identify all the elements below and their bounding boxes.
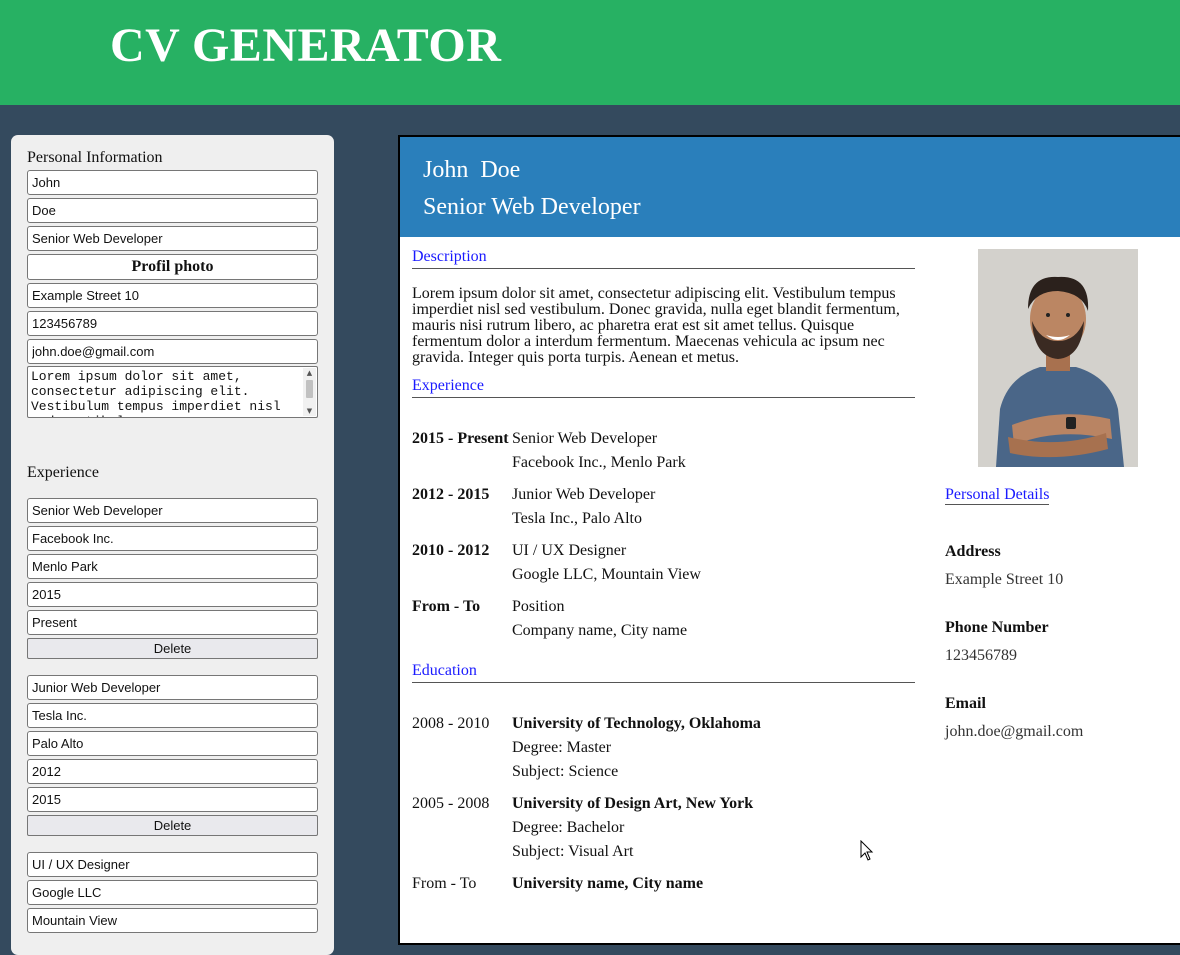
- exp-from-input[interactable]: [27, 759, 318, 784]
- cv-address-value: Example Street 10: [945, 571, 1064, 588]
- cv-personal-details-heading: Personal Details: [945, 486, 1050, 505]
- cv-phone-label: Phone Number: [945, 619, 1049, 636]
- scroll-down-arrow-icon[interactable]: ▼: [303, 406, 316, 416]
- description-scrollbar[interactable]: ▲ ▼: [303, 368, 316, 416]
- cv-exp-company: Company name, City name: [512, 622, 688, 639]
- description-textarea-text: Lorem ipsum dolor sit amet, consectetur …: [31, 369, 281, 417]
- cv-edu-dates: From - To: [412, 875, 477, 892]
- description-textarea[interactable]: Lorem ipsum dolor sit amet, consectetur …: [27, 366, 318, 418]
- exp-position-input[interactable]: [27, 675, 318, 700]
- job-title-input[interactable]: [27, 226, 318, 251]
- scrollbar-thumb[interactable]: [306, 380, 313, 398]
- cv-exp-position: Senior Web Developer: [512, 430, 658, 447]
- email-input[interactable]: [27, 339, 318, 364]
- exp-from-input[interactable]: [27, 582, 318, 607]
- exp-position-input[interactable]: [27, 852, 318, 877]
- cv-profile-photo: [978, 249, 1138, 467]
- app-header: CV GENERATOR: [0, 0, 1180, 105]
- cv-edu-subject: Subject: Science: [512, 763, 619, 780]
- cv-exp-company: Facebook Inc., Menlo Park: [512, 454, 686, 471]
- cv-email-label: Email: [945, 695, 986, 712]
- cv-exp-dates: 2012 - 2015: [412, 486, 490, 503]
- exp-company-input[interactable]: [27, 526, 318, 551]
- cv-description-heading: Description: [412, 248, 915, 269]
- phone-input[interactable]: [27, 311, 318, 336]
- cv-exp-position: Position: [512, 598, 565, 615]
- cv-edu-dates: 2008 - 2010: [412, 715, 490, 732]
- cv-exp-position: UI / UX Designer: [512, 542, 627, 559]
- profile-photo-button[interactable]: Profil photo: [27, 254, 318, 280]
- exp-city-input[interactable]: [27, 731, 318, 756]
- cv-address-label: Address: [945, 543, 1001, 560]
- cv-header: John Doe Senior Web Developer: [400, 137, 1180, 237]
- cv-job-title: Senior Web Developer: [423, 194, 641, 220]
- scroll-up-arrow-icon[interactable]: ▲: [303, 368, 316, 378]
- address-input[interactable]: [27, 283, 318, 308]
- cv-edu-subject: Subject: Visual Art: [512, 843, 634, 860]
- exp-city-input[interactable]: [27, 554, 318, 579]
- exp-delete-button[interactable]: Delete: [27, 815, 318, 836]
- cv-edu-university: University of Design Art, New York: [512, 795, 754, 812]
- cv-edu-degree: Degree: Master: [512, 739, 612, 756]
- exp-to-input[interactable]: [27, 787, 318, 812]
- cv-experience-heading: Experience: [412, 377, 915, 398]
- cv-edu-university: University of Technology, Oklahoma: [512, 715, 761, 732]
- cv-edu-degree: Degree: Bachelor: [512, 819, 625, 836]
- exp-to-input[interactable]: [27, 610, 318, 635]
- cv-description-text: Lorem ipsum dolor sit amet, consectetur …: [412, 285, 900, 366]
- app-title: CV GENERATOR: [110, 19, 502, 72]
- cv-full-name: John Doe: [423, 157, 520, 184]
- personal-info-heading: Personal Information: [27, 149, 163, 166]
- cv-exp-dates: From - To: [412, 598, 481, 615]
- cv-edu-dates: 2005 - 2008: [412, 795, 490, 812]
- experience-form-heading: Experience: [27, 464, 99, 481]
- exp-delete-button[interactable]: Delete: [27, 638, 318, 659]
- cv-preview: John Doe Senior Web Developer Description…: [398, 135, 1180, 945]
- first-name-input[interactable]: [27, 170, 318, 195]
- cv-exp-position: Junior Web Developer: [512, 486, 656, 503]
- cv-last-name: Doe: [480, 157, 521, 183]
- exp-position-input[interactable]: [27, 498, 318, 523]
- mouse-pointer-icon: [860, 840, 874, 861]
- cv-form-panel: Personal Information Profil photo Lorem …: [11, 135, 334, 955]
- last-name-input[interactable]: [27, 198, 318, 223]
- exp-city-input[interactable]: [27, 908, 318, 933]
- cv-exp-dates: 2015 - Present: [412, 430, 509, 447]
- cv-email-value: john.doe@gmail.com: [945, 723, 1084, 740]
- cv-education-heading: Education: [412, 662, 915, 683]
- profile-photo-illustration: [978, 249, 1138, 467]
- cv-edu-university: University name, City name: [512, 875, 704, 892]
- exp-company-input[interactable]: [27, 703, 318, 728]
- cv-exp-dates: 2010 - 2012: [412, 542, 490, 559]
- cv-phone-value: 123456789: [945, 647, 1017, 664]
- cv-exp-company: Tesla Inc., Palo Alto: [512, 510, 642, 527]
- exp-company-input[interactable]: [27, 880, 318, 905]
- cv-exp-company: Google LLC, Mountain View: [512, 566, 701, 583]
- cv-first-name: John: [423, 157, 469, 183]
